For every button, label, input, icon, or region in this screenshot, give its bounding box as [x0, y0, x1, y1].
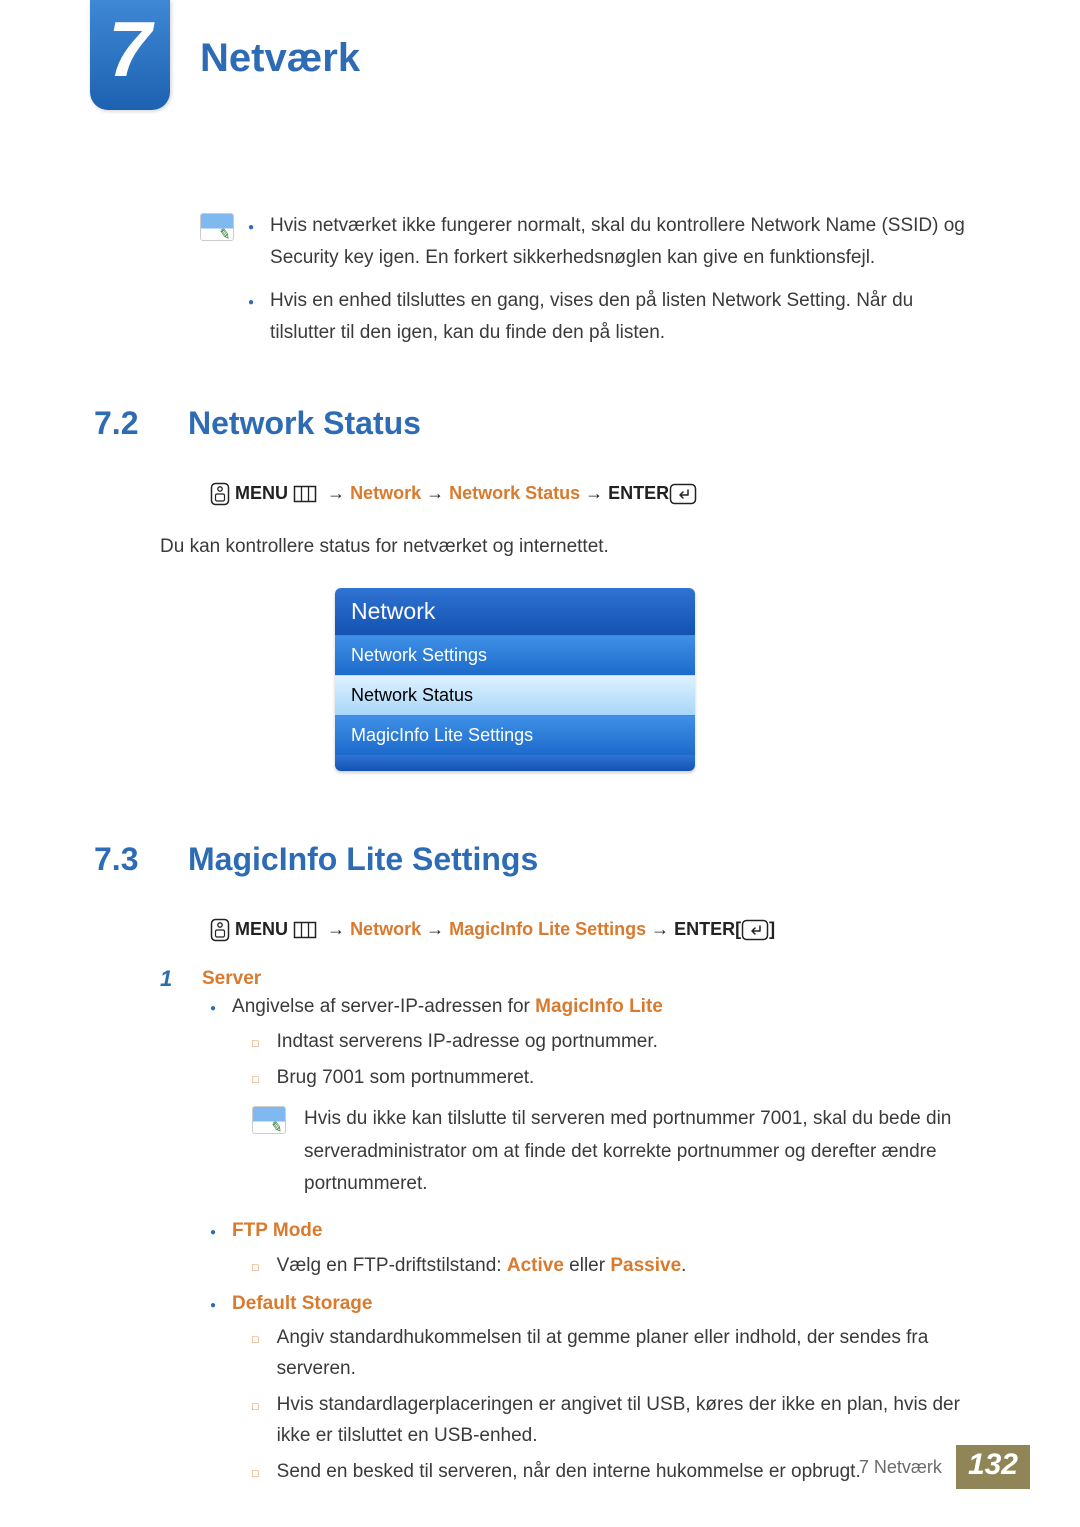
- arrow-icon: →: [327, 919, 345, 939]
- arrow-icon: →: [651, 919, 669, 939]
- enter-icon: [669, 483, 697, 505]
- list-item: ● FTP Mode: [210, 1216, 980, 1246]
- body-text: Brug 7001 som portnummeret.: [277, 1063, 535, 1093]
- osd-header: Network: [335, 588, 695, 635]
- bullet-icon: ●: [210, 1225, 216, 1246]
- item-label: Default Storage: [232, 1289, 372, 1319]
- nav-item: Network: [350, 483, 421, 503]
- arrow-icon: →: [426, 483, 444, 503]
- note-block-top: ● Hvis netværket ikke fungerer normalt, …: [200, 210, 980, 359]
- bullet-icon: ●: [210, 1001, 216, 1022]
- nav-item: Network: [350, 919, 421, 939]
- list-item: □ Indtast serverens IP-adresse og portnu…: [252, 1027, 980, 1057]
- menu-label: MENU: [235, 483, 288, 503]
- bullet-icon: ●: [248, 294, 254, 350]
- section-heading-73: 7.3 MagicInfo Lite Settings: [94, 841, 980, 878]
- step-number: 1: [160, 966, 184, 992]
- chapter-badge: 7: [90, 0, 170, 110]
- section-title: MagicInfo Lite Settings: [188, 841, 538, 878]
- list-item: ● Hvis netværket ikke fungerer normalt, …: [248, 210, 980, 275]
- chapter-title: Netværk: [200, 36, 360, 81]
- paragraph: Du kan kontrollere status for netværket …: [160, 536, 980, 558]
- enter-label: ENTER: [674, 919, 735, 939]
- menu-grid-icon: [293, 485, 317, 503]
- list-item: ● Default Storage: [210, 1289, 980, 1319]
- menu-grid-icon: [293, 921, 317, 939]
- section-number: 7.3: [94, 841, 164, 878]
- square-bullet-icon: □: [252, 1072, 259, 1093]
- arrow-icon: →: [426, 919, 444, 939]
- square-bullet-icon: □: [252, 1332, 259, 1384]
- list-item: □ Hvis standardlagerplaceringen er angiv…: [252, 1390, 980, 1451]
- section-heading-72: 7.2 Network Status: [94, 405, 980, 442]
- section-number: 7.2: [94, 405, 164, 442]
- page-footer: 7 Netværk 132: [50, 1447, 1030, 1487]
- list-item: □ Angiv standardhukommelsen til at gemme…: [252, 1323, 980, 1384]
- nav-item: MagicInfo Lite Settings: [449, 919, 646, 939]
- enter-icon: [741, 919, 769, 941]
- nav-item: Network Status: [449, 483, 580, 503]
- osd-item-network-status[interactable]: Network Status: [335, 675, 695, 715]
- bracket-close: ]: [769, 919, 775, 939]
- body-text: Angiv standardhukommelsen til at gemme p…: [277, 1323, 980, 1384]
- square-bullet-icon: □: [252, 1399, 259, 1451]
- osd-item-magicinfo-lite[interactable]: MagicInfo Lite Settings: [335, 715, 695, 755]
- note-icon: [200, 213, 234, 241]
- body-text: Vælg en FTP-driftstilstand: Active eller…: [277, 1251, 687, 1281]
- osd-menu: Network Network Settings Network Status …: [335, 588, 695, 771]
- note-text: Hvis du ikke kan tilslutte til serveren …: [304, 1103, 980, 1200]
- remote-icon: [210, 918, 230, 942]
- osd-item-network-settings[interactable]: Network Settings: [335, 635, 695, 675]
- section-title: Network Status: [188, 405, 421, 442]
- list-item: ● Hvis en enhed tilsluttes en gang, vise…: [248, 285, 980, 350]
- note-text: Hvis en enhed tilsluttes en gang, vises …: [270, 285, 980, 350]
- osd-footer: [335, 755, 695, 771]
- list-item: □ Brug 7001 som portnummeret.: [252, 1063, 980, 1093]
- step-label: Server: [202, 966, 261, 992]
- arrow-icon: →: [585, 483, 603, 503]
- body-text: Hvis standardlagerplaceringen er angivet…: [277, 1390, 980, 1451]
- step-row: 1 Server: [160, 966, 980, 992]
- enter-label: ENTER: [608, 483, 669, 503]
- list-item: □ Vælg en FTP-driftstilstand: Active ell…: [252, 1251, 980, 1281]
- arrow-icon: →: [327, 483, 345, 503]
- square-bullet-icon: □: [252, 1260, 259, 1281]
- body-text: Angivelse af server-IP-adressen for Magi…: [232, 992, 663, 1022]
- item-label: FTP Mode: [232, 1216, 322, 1246]
- remote-icon: [210, 482, 230, 506]
- bullet-icon: ●: [248, 219, 254, 275]
- note-block-inner: Hvis du ikke kan tilslutte til serveren …: [252, 1103, 980, 1200]
- page-number: 132: [956, 1445, 1030, 1489]
- square-bullet-icon: □: [252, 1036, 259, 1057]
- note-text: Hvis netværket ikke fungerer normalt, sk…: [270, 210, 980, 275]
- menu-path-72: MENU → Network → Network Status → ENTER: [210, 482, 980, 506]
- menu-path-73: MENU → Network → MagicInfo Lite Settings…: [210, 918, 980, 942]
- list-item: ● Angivelse af server-IP-adressen for Ma…: [210, 992, 980, 1022]
- note-icon: [252, 1106, 286, 1134]
- bullet-icon: ●: [210, 1298, 216, 1319]
- menu-label: MENU: [235, 919, 288, 939]
- body-text: Indtast serverens IP-adresse og portnumm…: [277, 1027, 658, 1057]
- chapter-number: 7: [108, 10, 151, 100]
- footer-chapter-label: 7 Netværk: [859, 1457, 942, 1478]
